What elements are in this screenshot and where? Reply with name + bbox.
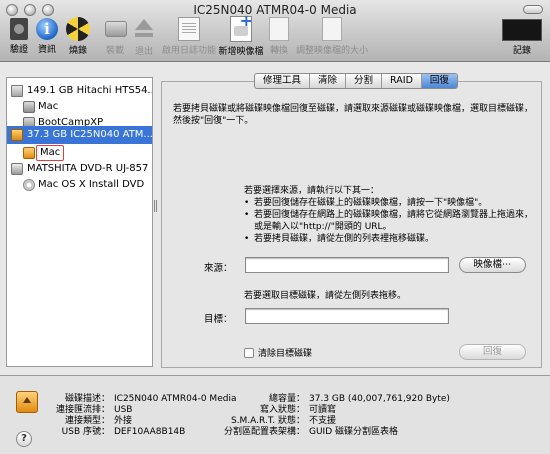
log-label: 記錄 (512, 46, 531, 56)
erase-destination-label: 清除目標磁碟 (258, 349, 313, 359)
info-value: GUID 磁碟分割區表格 (309, 427, 399, 437)
verify-label: 驗證 (9, 45, 28, 55)
burn-label: 燒錄 (68, 46, 87, 56)
info-key: 連接匯流排： (55, 405, 110, 415)
disk-utility-window: IC25N040 ATMR04-0 Media 驗證 i 資訊 燒錄 裝載 退出… (0, 0, 550, 454)
journal-icon (178, 17, 200, 41)
disk-info-right: 總容量： 37.3 GB (40,007,761,920 Byte) 寫入狀態：… (200, 394, 545, 442)
info-key: 總容量： (268, 394, 305, 404)
verify-icon (10, 18, 28, 40)
list-item: 若要回復儲存在網路上的磁碟映像檔，請將它從網路瀏覽器上拖過來，或是輸入以"htt… (244, 209, 534, 233)
erase-destination-checkbox[interactable] (244, 347, 254, 358)
image-button[interactable]: 映像檔⋯ (459, 257, 526, 273)
convert-label: 轉換 (269, 46, 288, 56)
external-disk-icon (11, 129, 23, 141)
disk-info-bar: ? 磁碟描述： IC25N040 ATMR04-0 Media 連接匯流排： U… (0, 375, 550, 454)
info-key: 寫入狀態： (259, 405, 305, 415)
info-icon: i (36, 18, 58, 40)
sidebar-item-label: 37.3 GB IC25N040 ATM... (27, 129, 153, 140)
info-label: 資訊 (37, 45, 56, 55)
info-value: 37.3 GB (40,007,761,920 Byte) (309, 394, 450, 404)
tab-erase[interactable]: 清除 (310, 74, 347, 88)
info-value: 不支援 (309, 416, 337, 426)
external-volume-icon (23, 147, 35, 159)
burn-button[interactable]: 燒錄 (63, 16, 93, 58)
volume-icon (23, 101, 35, 113)
tab-first-aid[interactable]: 修理工具 (255, 74, 311, 88)
convert-button[interactable]: 轉換 (266, 16, 292, 58)
mount-button[interactable]: 裝載 (102, 16, 128, 58)
info-value: DEF10AA8B14B (114, 427, 186, 437)
log-icon (502, 19, 542, 41)
source-instructions-list: 若要回復儲存在磁碟上的磁碟映像檔，請按一下"映像檔"。 若要回復儲存在網路上的磁… (244, 197, 534, 245)
info-key: USB 序號： (61, 427, 110, 437)
sidebar-item-label: Mac OS X Install DVD (38, 179, 145, 190)
destination-field[interactable] (245, 308, 449, 324)
info-value: USB (114, 405, 133, 415)
tab-partition[interactable]: 分割 (346, 74, 383, 88)
mount-icon (103, 17, 127, 41)
new-image-label: 新增映像檔 (218, 47, 264, 57)
restore-button[interactable]: 回復 (459, 344, 526, 360)
toolbar: IC25N040 ATMR04-0 Media 驗證 i 資訊 燒錄 裝載 退出… (0, 0, 550, 62)
verify-button[interactable]: 驗證 (6, 16, 32, 58)
window-title: IC25N040 ATMR04-0 Media (193, 3, 357, 17)
eject-icon (130, 16, 158, 42)
burn-icon (66, 17, 90, 41)
resize-image-button[interactable]: 調整映像檔的大小 (296, 16, 368, 58)
source-field[interactable] (245, 257, 449, 273)
hard-disk-icon (11, 85, 23, 97)
erase-destination-option[interactable]: 清除目標磁碟 (244, 346, 312, 359)
source-label: 來源： (204, 263, 233, 274)
info-button[interactable]: i 資訊 (34, 16, 60, 58)
sidebar-item-label: Mac (36, 145, 65, 161)
splitter-handle[interactable] (153, 200, 158, 212)
source-instructions-title: 若要選擇來源，請執行以下其一： (244, 186, 380, 196)
enable-journaling-label: 啟用日誌功能 (161, 46, 216, 56)
sidebar-item-ic25n040-disk[interactable]: 37.3 GB IC25N040 ATM... (7, 126, 153, 144)
eject-button[interactable]: 退出 (130, 16, 158, 58)
tab-raid[interactable]: RAID (382, 74, 422, 88)
toolbar-toggle-button[interactable] (523, 5, 543, 14)
restore-panel: 若要拷貝磁碟或將磁碟映像檔回復至磁碟，請選取來源磁碟或磁碟映像檔，選取目標磁碟，… (161, 81, 542, 368)
mount-label: 裝載 (105, 46, 124, 56)
destination-label: 目標： (204, 314, 233, 325)
convert-icon (269, 17, 289, 41)
destination-instructions: 若要選取目標磁碟，請從左側列表拖移。 (244, 291, 407, 301)
eject-label: 退出 (134, 47, 153, 57)
resize-image-label: 調整映像檔的大小 (296, 46, 369, 56)
dvd-drive-icon (11, 163, 23, 175)
disk-list-sidebar[interactable]: 149.1 GB Hitachi HTS54... Mac BootCampXP… (6, 77, 153, 367)
sidebar-item-install-dvd[interactable]: Mac OS X Install DVD (7, 176, 152, 194)
info-value: 可讀寫 (309, 405, 337, 415)
tab-restore[interactable]: 回復 (421, 74, 457, 88)
new-image-button[interactable]: 新增映像檔 (218, 11, 264, 58)
list-item: 若要拷貝磁碟，請從左側的列表裡拖移磁碟。 (244, 233, 534, 245)
info-key: 分割區配置表架構： (223, 427, 305, 437)
info-value: 外接 (114, 416, 133, 426)
info-key: S.M.A.R.T. 狀態： (230, 416, 305, 426)
info-key: 磁碟描述： (64, 394, 110, 404)
list-item: 若要回復儲存在磁碟上的磁碟映像檔，請按一下"映像檔"。 (244, 197, 534, 209)
log-button[interactable]: 記錄 (500, 16, 544, 58)
restore-intro-text: 若要拷貝磁碟或將磁碟映像檔回復至磁碟，請選取來源磁碟或磁碟映像檔，選取目標磁碟，… (173, 104, 534, 126)
info-key: 連接類型： (64, 416, 110, 426)
resize-image-icon (322, 17, 342, 41)
enable-journaling-button[interactable]: 啟用日誌功能 (161, 16, 217, 58)
new-image-icon (230, 11, 253, 42)
tab-bar: 修理工具 清除 分割 RAID 回復 (254, 73, 458, 89)
disc-icon (23, 179, 35, 191)
